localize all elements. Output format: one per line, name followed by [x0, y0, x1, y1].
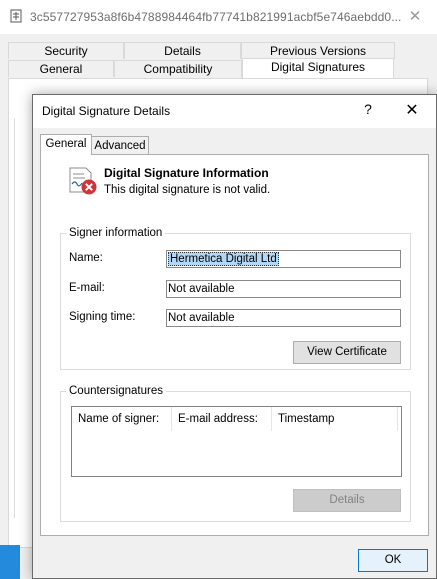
name-field[interactable]: Hermetica Digital Ltd — [166, 250, 401, 268]
properties-titlebar: 3c557727953a8f6b4788984464fb77741b821991… — [0, 0, 437, 34]
tab-previous-versions[interactable]: Previous Versions — [241, 42, 395, 59]
email-field[interactable]: Not available — [166, 280, 401, 298]
properties-window-title: 3c557727953a8f6b4788984464fb77741b821991… — [30, 10, 402, 24]
file-icon — [10, 9, 22, 23]
tab-general[interactable]: General — [40, 134, 92, 155]
signing-time-field[interactable]: Not available — [166, 309, 401, 327]
tab-compatibility[interactable]: Compatibility — [114, 60, 242, 77]
countersignatures-legend: Countersignatures — [69, 385, 163, 397]
help-icon[interactable]: ? — [358, 101, 378, 117]
name-value: Hermetica Digital Ltd — [168, 252, 279, 266]
signature-info-title: Digital Signature Information — [104, 166, 269, 180]
close-icon[interactable]: ✕ — [400, 4, 430, 30]
email-label: E-mail: — [69, 282, 105, 294]
window-accent-strip — [0, 545, 20, 579]
countersignatures-list[interactable]: Name of signer: E-mail address: Timestam… — [71, 406, 402, 477]
close-icon[interactable]: ✕ — [400, 100, 424, 122]
certificate-error-icon — [69, 167, 97, 195]
dialog-titlebar: Digital Signature Details ? ✕ — [33, 95, 436, 128]
signing-time-label: Signing time: — [69, 311, 136, 323]
ok-button[interactable]: OK — [358, 549, 428, 572]
column-header-email-address[interactable]: E-mail address: — [172, 407, 272, 431]
dialog-title: Digital Signature Details — [42, 104, 171, 118]
column-header-timestamp[interactable]: Timestamp — [272, 407, 398, 431]
signature-status-text: This digital signature is not valid. — [104, 184, 271, 196]
properties-panel-divider — [14, 118, 21, 518]
tab-advanced[interactable]: Advanced — [92, 136, 149, 155]
column-header-name-of-signer[interactable]: Name of signer: — [72, 407, 172, 431]
tab-security[interactable]: Security — [8, 42, 124, 59]
tab-general[interactable]: General — [8, 60, 114, 77]
tab-details[interactable]: Details — [124, 42, 241, 59]
digital-signature-details-dialog: Digital Signature Details ? ✕ Advanced G… — [32, 94, 437, 579]
view-certificate-button[interactable]: View Certificate — [293, 341, 401, 364]
details-button[interactable]: Details — [293, 489, 401, 512]
signer-information-legend: Signer information — [69, 227, 163, 239]
name-label: Name: — [69, 252, 103, 264]
tab-digital-signatures[interactable]: Digital Signatures — [242, 58, 394, 78]
